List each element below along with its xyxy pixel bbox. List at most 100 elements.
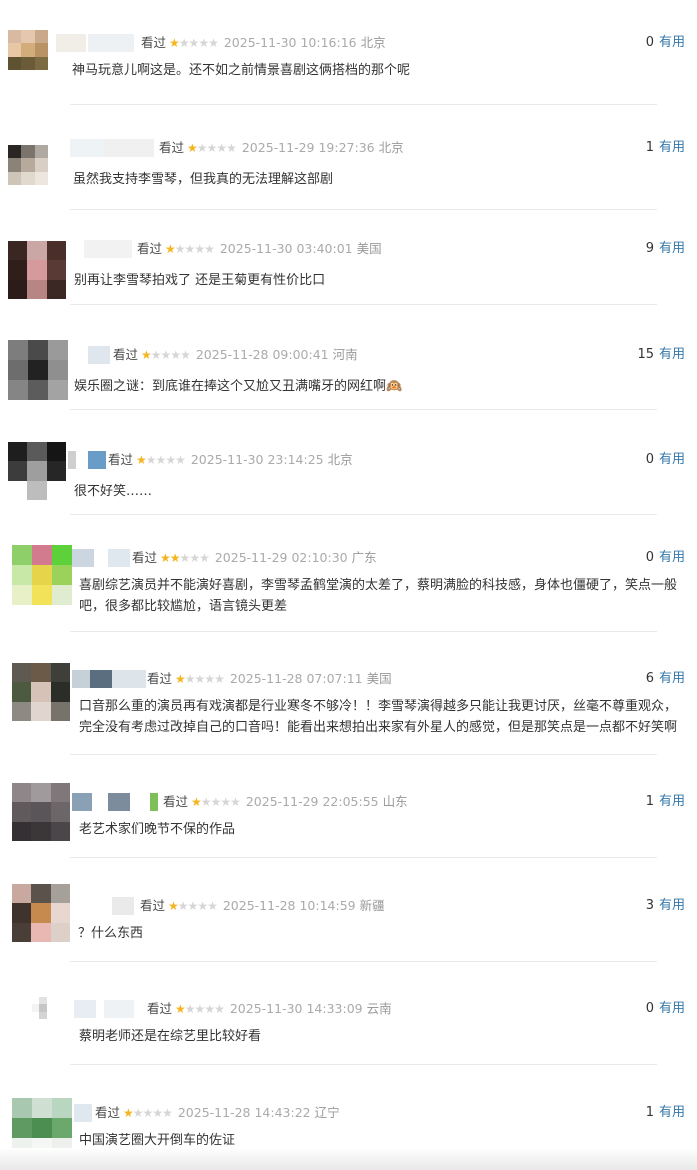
star-empty-icon: ★ <box>196 141 208 155</box>
useful-button[interactable]: 有用 <box>659 241 685 256</box>
review-location: 云南 <box>366 1001 392 1016</box>
review-time[interactable]: 2025-11-28 14:43:22 <box>178 1105 311 1120</box>
bottom-shadow <box>0 1148 697 1170</box>
useful-button[interactable]: 有用 <box>659 898 685 913</box>
useful-button[interactable]: 有用 <box>659 1105 685 1120</box>
review-time[interactable]: 2025-11-30 23:14:25 <box>191 452 324 467</box>
avatar[interactable] <box>12 783 70 841</box>
divider <box>70 1064 657 1065</box>
useful-button[interactable]: 有用 <box>659 452 685 467</box>
star-empty-icon: ★ <box>197 899 208 913</box>
star-filled-icon: ★ <box>123 1106 134 1120</box>
useful-button[interactable]: 有用 <box>659 550 685 565</box>
watch-status: 看过 <box>163 794 189 809</box>
star-filled-icon: ★ <box>175 1002 186 1016</box>
divider <box>70 409 657 410</box>
useful-vote[interactable]: 1 有用 <box>646 1104 685 1122</box>
review-time[interactable]: 2025-11-30 10:16:16 <box>224 35 357 50</box>
review-text: 口音那么重的演员再有戏演都是行业寒冬不够冷！！李雪琴演得越多只能让我更讨厌，丝毫… <box>79 699 678 735</box>
useful-button[interactable]: 有用 <box>659 35 685 50</box>
star-empty-icon: ★ <box>170 348 181 362</box>
watch-status: 看过 <box>159 140 185 155</box>
star-empty-icon: ★ <box>184 1002 196 1016</box>
star-empty-icon: ★ <box>226 141 237 155</box>
star-empty-icon: ★ <box>220 795 231 809</box>
star-filled-icon: ★ <box>187 141 198 155</box>
useful-button[interactable]: 有用 <box>659 671 685 686</box>
useful-button[interactable]: 有用 <box>659 347 685 362</box>
star-empty-icon: ★ <box>165 453 176 467</box>
star-empty-icon: ★ <box>184 672 196 686</box>
star-empty-icon: ★ <box>214 672 225 686</box>
useful-vote[interactable]: 0 有用 <box>646 34 685 52</box>
review-time[interactable]: 2025-11-28 10:14:59 <box>223 898 356 913</box>
star-empty-icon: ★ <box>194 242 205 256</box>
review-text: ？什么东西 <box>78 926 144 941</box>
divider <box>70 514 657 515</box>
useful-button[interactable]: 有用 <box>659 140 685 155</box>
star-empty-icon: ★ <box>204 672 215 686</box>
star-empty-icon: ★ <box>160 348 172 362</box>
review-meta: 看过 ★★★★★ 2025-11-28 07:07:11 美国 <box>147 670 392 688</box>
vote-count: 1 <box>645 794 654 809</box>
useful-vote[interactable]: 6 有用 <box>646 670 685 688</box>
star-empty-icon: ★ <box>200 795 212 809</box>
watch-status: 看过 <box>113 347 139 362</box>
useful-vote[interactable]: 1 有用 <box>646 139 685 157</box>
useful-vote[interactable]: 3 有用 <box>646 897 685 915</box>
watch-status: 看过 <box>108 452 134 467</box>
vote-count: 0 <box>645 452 654 467</box>
review-meta: 看过 ★★★★★ 2025-11-29 22:05:55 山东 <box>163 793 408 811</box>
review-location: 北京 <box>360 35 386 50</box>
review-time[interactable]: 2025-11-30 03:40:01 <box>220 241 353 256</box>
useful-vote[interactable]: 0 有用 <box>646 451 685 469</box>
star-filled-icon: ★ <box>191 795 202 809</box>
star-empty-icon: ★ <box>174 242 186 256</box>
review-time[interactable]: 2025-11-29 19:27:36 <box>242 140 375 155</box>
divider <box>70 961 657 962</box>
review-location: 美国 <box>356 241 382 256</box>
useful-vote[interactable]: 9 有用 <box>646 240 685 258</box>
star-filled-icon: ★ <box>141 348 152 362</box>
divider <box>70 104 657 105</box>
review-text: 神马玩意儿啊这是。还不如之前情景喜剧这俩搭档的那个呢 <box>72 63 411 78</box>
review-time[interactable]: 2025-11-30 14:33:09 <box>230 1001 363 1016</box>
review-text: 老艺术家们晚节不保的作品 <box>79 822 236 837</box>
vote-count: 3 <box>645 898 654 913</box>
useful-vote[interactable]: 0 有用 <box>646 1000 685 1018</box>
star-empty-icon: ★ <box>189 551 200 565</box>
star-empty-icon: ★ <box>187 899 199 913</box>
review-time[interactable]: 2025-11-29 22:05:55 <box>246 794 379 809</box>
vote-count: 0 <box>645 550 654 565</box>
star-empty-icon: ★ <box>180 348 191 362</box>
watch-status: 看过 <box>95 1105 121 1120</box>
watch-status: 看过 <box>141 35 167 50</box>
review-location: 辽宁 <box>314 1105 340 1120</box>
useful-vote[interactable]: 0 有用 <box>646 549 685 567</box>
review-time[interactable]: 2025-11-28 07:07:11 <box>230 671 363 686</box>
star-empty-icon: ★ <box>206 141 218 155</box>
review-meta: 看过 ★★★★★ 2025-11-29 02:10:30 广东 <box>132 549 377 567</box>
review-location: 山东 <box>382 794 408 809</box>
review-meta: 看过 ★★★★★ 2025-11-29 19:27:36 北京 <box>159 139 404 157</box>
star-empty-icon: ★ <box>188 36 200 50</box>
useful-button[interactable]: 有用 <box>659 794 685 809</box>
star-empty-icon: ★ <box>184 242 196 256</box>
star-empty-icon: ★ <box>204 242 215 256</box>
review-location: 新疆 <box>359 898 385 913</box>
rating-stars: ★★★★★ <box>168 897 218 915</box>
review-text: 别再让李雪琴拍戏了 还是王菊更有性价比口 <box>74 273 326 288</box>
useful-button[interactable]: 有用 <box>659 1001 685 1016</box>
rating-stars: ★★★★★ <box>187 139 237 157</box>
vote-count: 15 <box>637 347 654 362</box>
review-time[interactable]: 2025-11-29 02:10:30 <box>215 550 348 565</box>
star-empty-icon: ★ <box>198 36 209 50</box>
star-empty-icon: ★ <box>175 453 186 467</box>
star-filled-icon: ★ <box>169 36 180 50</box>
rating-stars: ★★★★★ <box>160 549 210 567</box>
useful-vote[interactable]: 1 有用 <box>646 793 685 811</box>
divider <box>70 857 657 858</box>
useful-vote[interactable]: 15 有用 <box>637 346 685 364</box>
review-meta: 看过 ★★★★★ 2025-11-30 14:33:09 云南 <box>147 1000 392 1018</box>
review-time[interactable]: 2025-11-28 09:00:41 <box>196 347 329 362</box>
